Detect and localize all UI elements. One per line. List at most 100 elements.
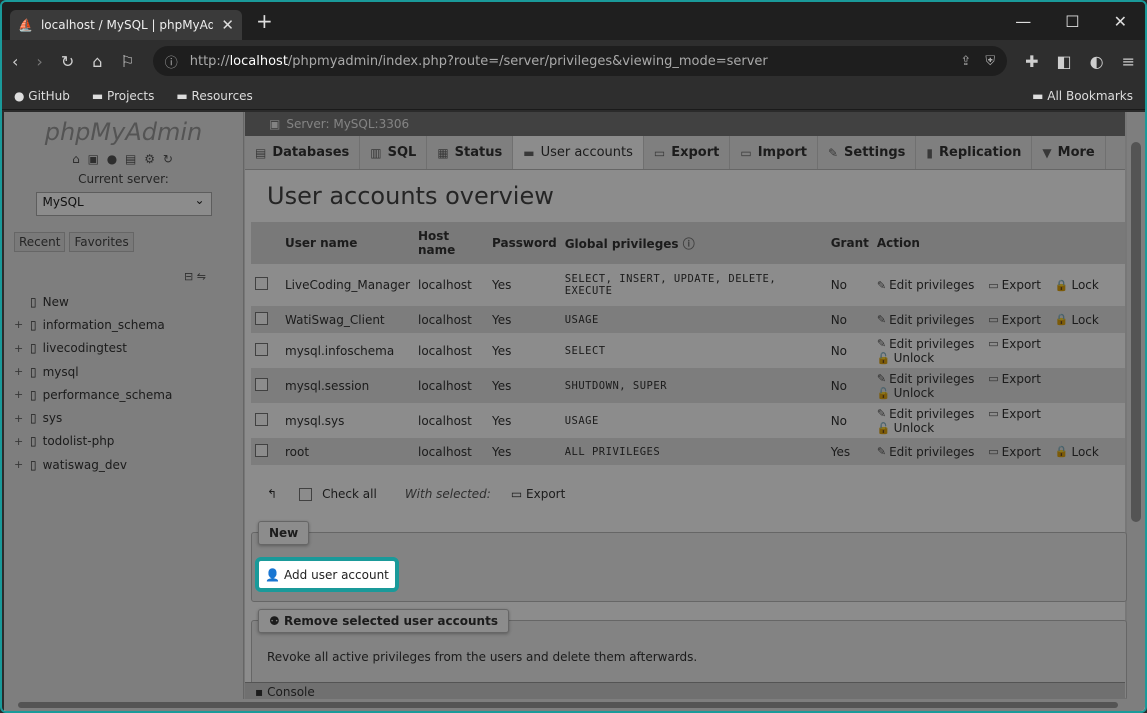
- share-icon[interactable]: ⇪: [960, 54, 971, 69]
- export-link[interactable]: ▭ Export: [988, 313, 1041, 327]
- check-all-checkbox[interactable]: [299, 487, 313, 501]
- row-checkbox[interactable]: [255, 311, 268, 325]
- expand-icon[interactable]: +: [14, 342, 24, 355]
- expand-icon[interactable]: +: [14, 318, 24, 331]
- row-checkbox[interactable]: [255, 277, 268, 290]
- home-icon[interactable]: ⌂: [72, 152, 82, 166]
- lock-link[interactable]: 🔒 Lock: [1055, 313, 1099, 327]
- bookmark-resources[interactable]: ▬ Resources: [176, 89, 252, 103]
- row-checkbox[interactable]: [255, 342, 268, 356]
- edit-privileges-link[interactable]: ✎ Edit privileges: [877, 372, 975, 386]
- bookmark-github[interactable]: ● GitHub: [14, 89, 70, 103]
- menu-icon[interactable]: ≡: [1122, 52, 1135, 71]
- bulk-export-button[interactable]: ▭ Export: [511, 487, 565, 501]
- tree-item[interactable]: + ▯ performance_schema: [14, 383, 172, 406]
- extensions-icon[interactable]: ✚: [1025, 52, 1038, 71]
- header-password[interactable]: Password: [488, 222, 561, 264]
- link-icon[interactable]: ⇋: [197, 270, 206, 283]
- all-bookmarks[interactable]: ▬ All Bookmarks: [1032, 89, 1133, 103]
- cell-password: Yes: [488, 403, 561, 438]
- url-field[interactable]: ⓘ http://localhost/phpmyadmin/index.php?…: [152, 46, 1008, 76]
- tree-item[interactable]: + ▯ mysql: [14, 360, 172, 383]
- recent-tab[interactable]: Recent: [14, 232, 66, 252]
- expand-icon[interactable]: +: [14, 365, 24, 378]
- expand-icon[interactable]: +: [14, 435, 24, 448]
- tree-item[interactable]: + ▯ information_schema: [14, 313, 172, 336]
- tab-settings[interactable]: ✎ Settings: [818, 136, 917, 169]
- unlock-link[interactable]: 🔓 Unlock: [877, 421, 934, 435]
- row-checkbox[interactable]: [255, 443, 268, 457]
- tree-item[interactable]: + ▯ livecodingtest: [14, 337, 172, 360]
- tab-more[interactable]: ▼ More: [1032, 136, 1106, 169]
- back-icon[interactable]: ‹: [12, 52, 18, 71]
- export-link[interactable]: ▭ Export: [988, 337, 1041, 351]
- reload-icon[interactable]: ↻: [163, 152, 175, 166]
- help-icon[interactable]: ●: [107, 152, 119, 166]
- tree-item[interactable]: + ▯ sys: [14, 406, 172, 429]
- unlock-link[interactable]: 🔓 Unlock: [877, 386, 934, 400]
- vertical-scrollbar[interactable]: [1127, 112, 1145, 711]
- sidebar-toggle-icon[interactable]: ◧: [1057, 52, 1072, 71]
- tab-export[interactable]: ▭ Export: [644, 136, 731, 169]
- close-tab-icon[interactable]: ✕: [221, 16, 234, 34]
- shield-icon[interactable]: ⛨: [985, 54, 995, 69]
- edit-privileges-link[interactable]: ✎ Edit privileges: [877, 337, 975, 351]
- expand-icon[interactable]: +: [14, 388, 24, 401]
- help-icon[interactable]: ⓘ: [683, 237, 695, 251]
- horizontal-scrollbar[interactable]: [4, 699, 1145, 711]
- lock-link[interactable]: 🔒 Lock: [1055, 278, 1099, 292]
- add-user-account-button[interactable]: 👤 Add user account: [255, 557, 399, 592]
- expand-icon[interactable]: +: [14, 412, 24, 425]
- export-link[interactable]: ▭ Export: [988, 445, 1041, 459]
- expand-icon[interactable]: +: [14, 458, 24, 471]
- server-link[interactable]: Server: MySQL:3306: [286, 117, 409, 131]
- server-select[interactable]: MySQL: [35, 192, 212, 216]
- wallet-icon[interactable]: ◐: [1090, 52, 1104, 71]
- header-username[interactable]: User name: [281, 222, 414, 264]
- export-link[interactable]: ▭ Export: [988, 372, 1041, 386]
- browser-tab[interactable]: ⛵ localhost / MySQL | phpMyAdm ✕: [10, 10, 242, 40]
- favorites-tab[interactable]: Favorites: [69, 232, 134, 252]
- tab-status[interactable]: ▦ Status: [427, 136, 514, 169]
- tree-item[interactable]: ▯ New: [14, 290, 172, 313]
- tree-item[interactable]: + ▯ watiswag_dev: [14, 453, 172, 476]
- edit-privileges-link[interactable]: ✎ Edit privileges: [877, 313, 975, 327]
- header-privileges[interactable]: Global privileges ⓘ: [560, 222, 827, 264]
- header-host[interactable]: Host name: [414, 222, 488, 264]
- logout-icon[interactable]: ▣: [88, 152, 101, 166]
- edit-privileges-link[interactable]: ✎ Edit privileges: [877, 278, 975, 292]
- tab-import[interactable]: ▭ Import: [730, 136, 818, 169]
- check-all-label[interactable]: Check all: [322, 487, 377, 501]
- row-checkbox[interactable]: [255, 412, 268, 426]
- tab-user-accounts[interactable]: ▬ User accounts: [513, 136, 644, 169]
- export-link[interactable]: ▭ Export: [988, 407, 1041, 421]
- new-tab-icon[interactable]: +: [256, 9, 273, 33]
- maximize-icon[interactable]: ☐: [1065, 12, 1079, 31]
- header-grant[interactable]: Grant: [826, 222, 873, 264]
- close-window-icon[interactable]: ✕: [1114, 12, 1127, 31]
- remove-users-button[interactable]: ⚉ Remove selected user accounts: [258, 609, 509, 633]
- edit-privileges-link[interactable]: ✎ Edit privileges: [877, 407, 975, 421]
- bookmark-icon[interactable]: ⚐: [120, 52, 134, 71]
- tab-databases[interactable]: ▤ Databases: [245, 136, 361, 169]
- bookmark-projects[interactable]: ▬ Projects: [92, 89, 154, 103]
- phpmyadmin-logo[interactable]: phpMyAdmin: [4, 118, 243, 146]
- tree-item[interactable]: + ▯ todolist-php: [14, 430, 172, 453]
- export-link[interactable]: ▭ Export: [988, 278, 1041, 292]
- collapse-all-icon[interactable]: ⊟: [184, 270, 193, 283]
- console-bar[interactable]: ▪ Console: [245, 682, 1125, 700]
- edit-privileges-link[interactable]: ✎ Edit privileges: [877, 445, 975, 459]
- tab-sql[interactable]: ▥ SQL: [360, 136, 428, 169]
- minimize-icon[interactable]: —: [1015, 12, 1031, 31]
- cell-username: mysql.sys: [281, 403, 414, 438]
- forward-icon[interactable]: ›: [36, 52, 42, 71]
- settings-icon[interactable]: ⚙: [144, 152, 157, 166]
- unlock-link[interactable]: 🔓 Unlock: [877, 351, 934, 365]
- row-checkbox[interactable]: [255, 377, 268, 391]
- docs-icon[interactable]: ▤: [125, 152, 138, 166]
- lock-link[interactable]: 🔒 Lock: [1055, 445, 1099, 459]
- reload-icon[interactable]: ↻: [61, 52, 74, 71]
- tab-replication[interactable]: ▮ Replication: [916, 136, 1033, 169]
- info-icon[interactable]: ⓘ: [165, 52, 178, 71]
- home-icon[interactable]: ⌂: [92, 52, 102, 71]
